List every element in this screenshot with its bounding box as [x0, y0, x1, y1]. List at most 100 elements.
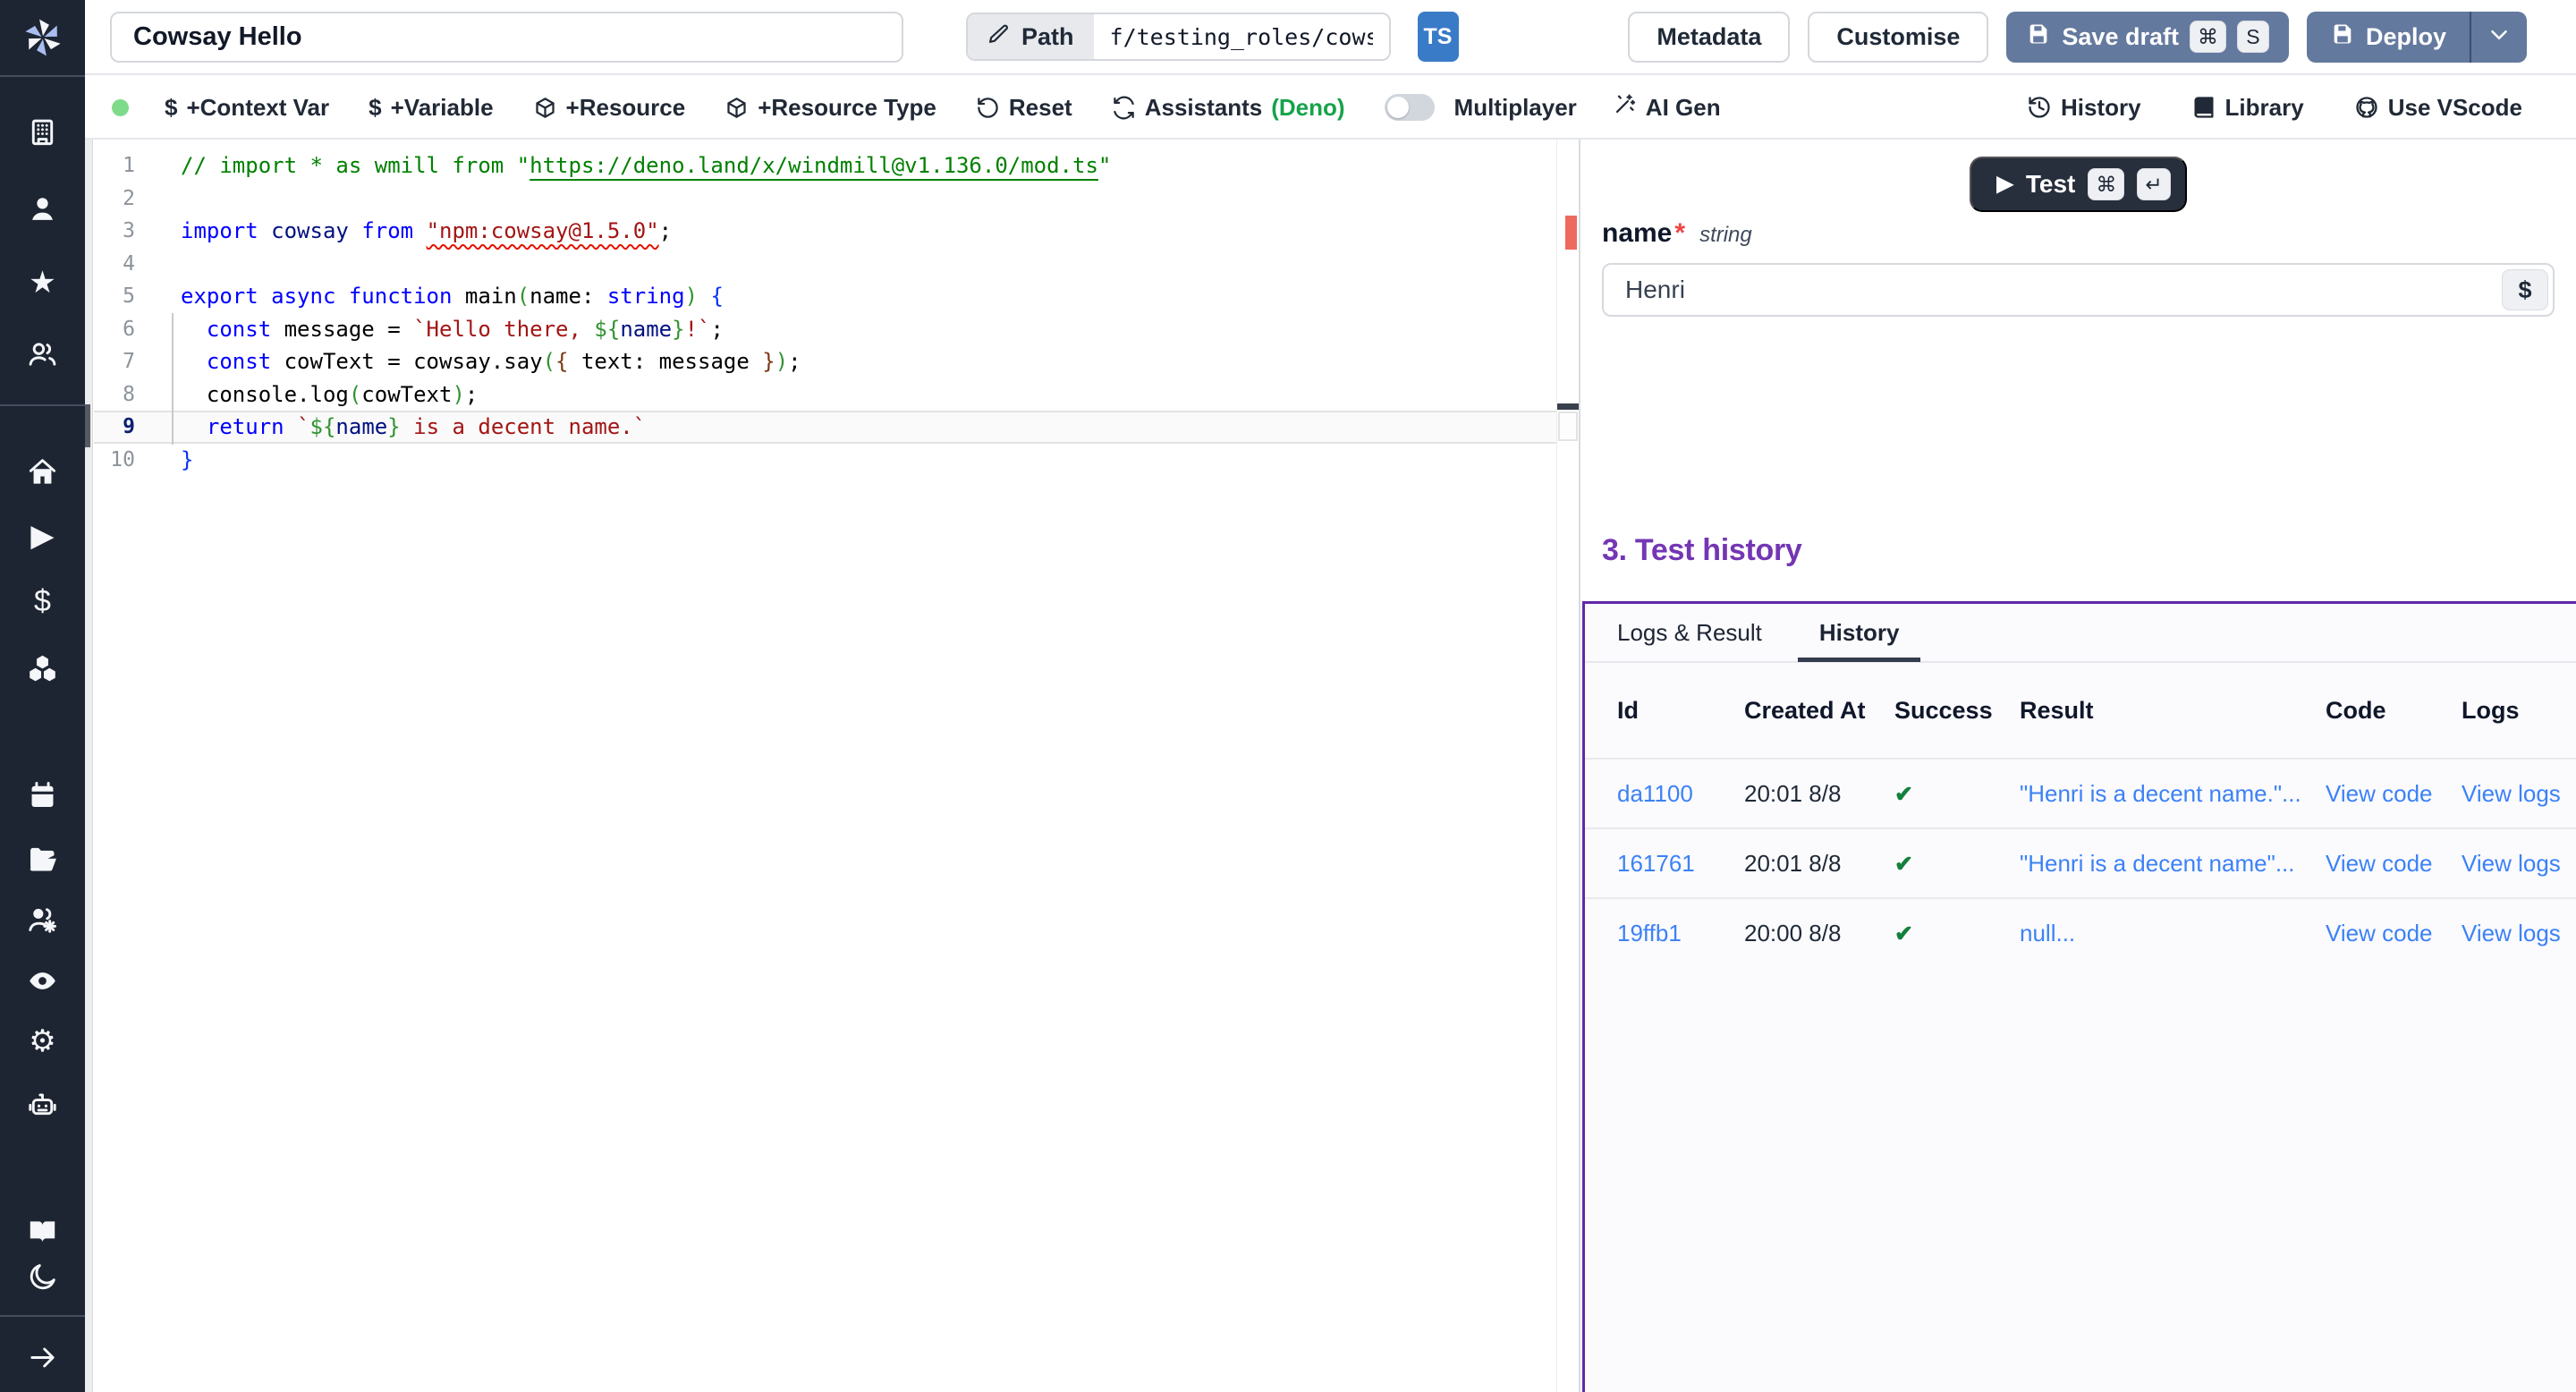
result-link[interactable]: null...: [2020, 920, 2326, 947]
job-id-link[interactable]: 19ffb1: [1617, 920, 1744, 947]
save-draft-button[interactable]: Save draft ⌘ S: [2006, 12, 2289, 63]
line-content: return `${name} is a decent name.`: [135, 414, 646, 439]
boxes-icon: [27, 652, 58, 683]
success-cell: ✔: [1894, 850, 2020, 878]
sidebar-item-bot[interactable]: [0, 1084, 85, 1124]
toolbar-item-label: Assistants: [1145, 94, 1263, 122]
deploy-dropdown-button[interactable]: [2470, 12, 2527, 63]
view-code-link[interactable]: View code: [2326, 920, 2462, 947]
sidebar-item-star[interactable]: ★: [0, 263, 85, 302]
sidebar-item-book[interactable]: [0, 1211, 85, 1251]
result-link[interactable]: "Henri is a decent name."...: [2020, 780, 2326, 808]
view-logs-link[interactable]: View logs: [2462, 920, 2576, 947]
column-header-code: Code: [2326, 697, 2462, 725]
table-row: 16176120:01 8/8✔ "Henri is a decent name"…: [1585, 828, 2576, 897]
code-line-8[interactable]: 8 console.log(cowText);: [94, 378, 1556, 412]
result-link[interactable]: "Henri is a decent name"...: [2020, 850, 2326, 878]
header: Path TS Metadata Customise Save draft ⌘ …: [85, 0, 2576, 75]
customise-button[interactable]: Customise: [1808, 12, 1988, 63]
sidebar-item-eye[interactable]: [0, 961, 85, 1000]
toolbar-item-history[interactable]: History: [2027, 94, 2141, 122]
view-logs-link[interactable]: View logs: [2462, 850, 2576, 878]
code-editor[interactable]: 1// import * as wmill from "https://deno…: [85, 140, 1556, 1392]
sidebar-item-users-gear[interactable]: [0, 899, 85, 938]
error-marker: [1565, 216, 1577, 250]
line-number: 2: [94, 187, 135, 210]
chevron-down-icon: [2486, 21, 2512, 53]
code-line-9[interactable]: 9 return `${name} is a decent name.`: [94, 411, 1556, 444]
code-line-10[interactable]: 10}: [94, 444, 1556, 477]
sidebar-item-dollar[interactable]: $: [0, 581, 85, 621]
test-history-panel: Logs & ResultHistory IdCreated AtSuccess…: [1582, 601, 2576, 1392]
code-line-4[interactable]: 4: [94, 248, 1556, 281]
sidebar-item-moon[interactable]: [0, 1257, 85, 1296]
created-at: 20:01 8/8: [1744, 850, 1894, 878]
toolbar-item-library[interactable]: Library: [2191, 94, 2304, 122]
success-check-icon: ✔: [1894, 782, 1913, 807]
metadata-label: Metadata: [1657, 23, 1761, 51]
code-area[interactable]: 1// import * as wmill from "https://deno…: [94, 140, 1556, 1392]
wand-icon: [1613, 92, 1637, 116]
script-name-input[interactable]: [110, 12, 903, 63]
code-line-2[interactable]: 2: [94, 182, 1556, 216]
editor-overview-ruler[interactable]: [1556, 140, 1579, 1392]
toolbar-item-resource[interactable]: +Resource: [533, 94, 686, 122]
sidebar-item-building[interactable]: [0, 112, 85, 151]
job-id-link[interactable]: 161761: [1617, 850, 1744, 878]
toolbar-item-context-var[interactable]: $+Context Var: [165, 94, 329, 122]
view-code-link[interactable]: View code: [2326, 780, 2462, 808]
test-button[interactable]: ▶ Test ⌘ ↵: [1970, 157, 2186, 212]
chevron-down-icon: [2486, 21, 2512, 48]
code-line-6[interactable]: 6 const message = `Hello there, ${name}!…: [94, 313, 1556, 346]
job-id-link[interactable]: da1100: [1617, 780, 1744, 808]
toolbar-item-reset[interactable]: Reset: [976, 94, 1072, 122]
ai-gen-button[interactable]: AI Gen: [1613, 92, 1721, 123]
view-code-link[interactable]: View code: [2326, 850, 2462, 878]
code-line-1[interactable]: 1// import * as wmill from "https://deno…: [94, 149, 1556, 182]
toolbar-item-label: Reset: [1009, 94, 1072, 122]
code-line-3[interactable]: 3import cowsay from "npm:cowsay@1.5.0";: [94, 215, 1556, 248]
success-check-icon: ✔: [1894, 852, 1913, 877]
deploy-button[interactable]: Deploy: [2307, 12, 2470, 63]
tab-logs-result[interactable]: Logs & Result: [1617, 603, 1762, 662]
scroll-slider[interactable]: [1558, 412, 1578, 441]
saved-status-dot: [112, 99, 129, 116]
arrow-right-icon: [27, 1342, 58, 1373]
tabs-row: Logs & Result History: [1585, 604, 2576, 663]
play-icon: ▶: [1996, 174, 2012, 195]
metadata-button[interactable]: Metadata: [1628, 12, 1790, 63]
toolbar-item-variable[interactable]: $+Variable: [369, 94, 493, 122]
column-header-logs: Logs: [2462, 697, 2576, 725]
sidebar-item-home[interactable]: [0, 452, 85, 491]
toolbar-item-label: +Variable: [391, 94, 494, 122]
created-at: 20:00 8/8: [1744, 920, 1894, 947]
name-arg-input[interactable]: [1602, 263, 2555, 317]
multiplayer-toggle[interactable]: [1385, 94, 1435, 121]
windmill-logo-icon: [20, 14, 66, 61]
toolbar-item-assistants[interactable]: Assistants (Deno): [1112, 94, 1345, 122]
toolbar-item-use-vscode[interactable]: Use VScode: [2354, 94, 2522, 122]
toolbar-item-resource-type[interactable]: +Resource Type: [724, 94, 936, 122]
sidebar-item-users[interactable]: [0, 334, 85, 373]
package-icon: [533, 96, 557, 120]
sidebar-item-arrow-right[interactable]: [0, 1337, 85, 1377]
windmill-logo-icon[interactable]: [0, 14, 85, 61]
view-logs-link[interactable]: View logs: [2462, 780, 2576, 808]
kbd-s: S: [2237, 21, 2269, 53]
splitter-handle[interactable]: [85, 404, 90, 447]
sidebar-item-boxes[interactable]: [0, 648, 85, 687]
created-at: 20:01 8/8: [1744, 780, 1894, 808]
insert-variable-button[interactable]: $: [2502, 269, 2548, 310]
code-line-5[interactable]: 5export async function main(name: string…: [94, 280, 1556, 313]
sidebar-item-user[interactable]: [0, 189, 85, 228]
path-input[interactable]: [1094, 14, 1389, 59]
sidebar-item-folder-open[interactable]: [0, 838, 85, 878]
sidebar-item-play[interactable]: ▶: [0, 516, 85, 556]
sidebar-item-gear[interactable]: ⚙: [0, 1022, 85, 1061]
edit-path-button[interactable]: Path: [968, 14, 1094, 59]
toolbar-item-label: Use VScode: [2388, 94, 2522, 122]
code-line-7[interactable]: 7 const cowText = cowsay.say({ text: mes…: [94, 345, 1556, 378]
sidebar-item-calendar[interactable]: [0, 776, 85, 815]
toolbar-item-label: +Resource Type: [758, 94, 936, 122]
tab-history[interactable]: History: [1819, 603, 1900, 662]
